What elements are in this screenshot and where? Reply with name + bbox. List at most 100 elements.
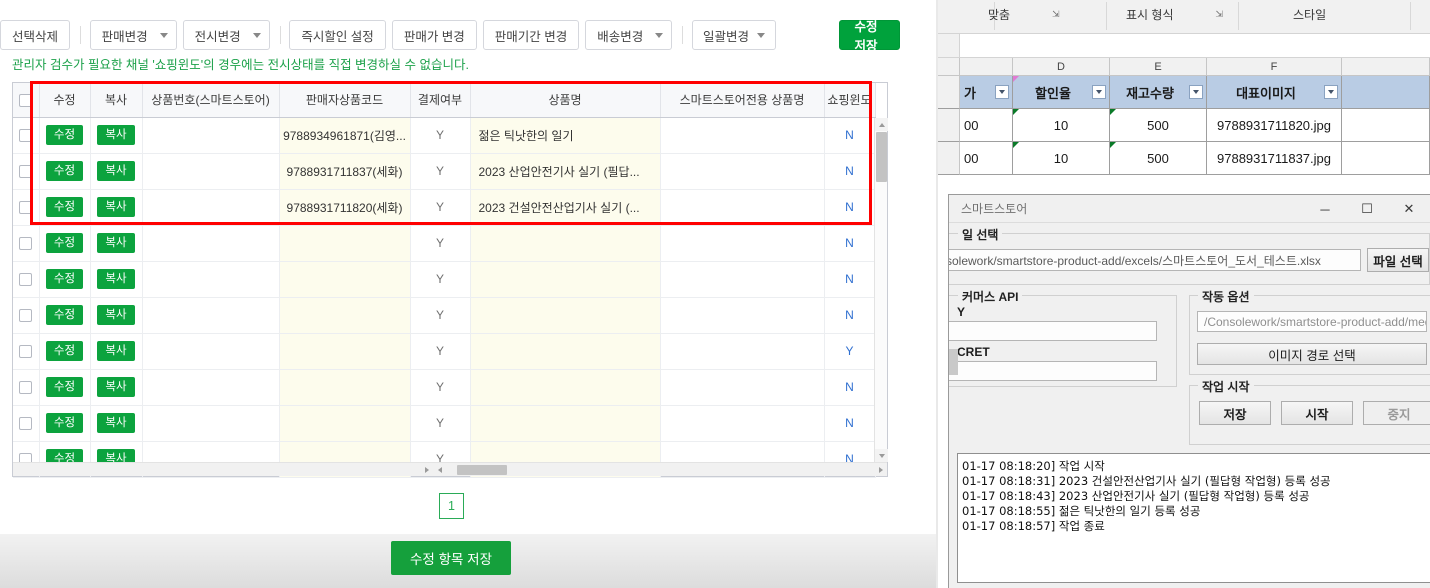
excel-cell-stock[interactable]: 500: [1110, 109, 1207, 142]
cell-product-name[interactable]: 2023 산업안전기사 실기 (필답...: [470, 153, 660, 189]
cell-smartstore-name[interactable]: [660, 405, 824, 441]
row-select-cell[interactable]: [13, 369, 39, 405]
row-header[interactable]: [938, 76, 960, 109]
scroll-down-button[interactable]: [875, 449, 888, 462]
row-copy-cell[interactable]: 복사: [90, 225, 142, 261]
cell-product-no[interactable]: [142, 189, 279, 225]
api-key-input[interactable]: [948, 321, 1157, 341]
row-checkbox[interactable]: [19, 381, 32, 394]
excel-cell-price[interactable]: 00: [960, 109, 1013, 142]
cell-smartstore-name[interactable]: [660, 333, 824, 369]
cell-seller-code[interactable]: [279, 225, 410, 261]
excel-cell-blank[interactable]: [1342, 142, 1430, 175]
column-header-e[interactable]: E: [1110, 58, 1207, 75]
row-copy-cell[interactable]: 복사: [90, 261, 142, 297]
dialog-launcher-icon[interactable]: ⇲: [1216, 9, 1224, 20]
sale-change-dropdown[interactable]: 판매변경: [90, 20, 177, 50]
image-path-select-button[interactable]: 이미지 경로 선택: [1197, 343, 1427, 365]
scroll-right-button[interactable]: [874, 463, 887, 476]
cell-seller-code[interactable]: [279, 297, 410, 333]
cell-product-name[interactable]: [470, 261, 660, 297]
row-checkbox[interactable]: [19, 309, 32, 322]
media-path-input[interactable]: /Consolework/smartstore-product-add/medi…: [1197, 311, 1427, 332]
row-edit-button[interactable]: 수정: [46, 305, 83, 326]
cell-seller-code[interactable]: 9788934961871(김영...: [279, 117, 410, 153]
shipping-change-dropdown[interactable]: 배송변경: [585, 20, 672, 50]
cell-seller-code[interactable]: [279, 261, 410, 297]
select-all-checkbox[interactable]: [19, 94, 32, 107]
row-copy-cell[interactable]: 복사: [90, 153, 142, 189]
row-select-cell[interactable]: [13, 405, 39, 441]
task-save-button[interactable]: 저장: [1199, 401, 1271, 425]
row-edit-button[interactable]: 수정: [46, 269, 83, 290]
cell-smartstore-name[interactable]: [660, 297, 824, 333]
cell-product-no[interactable]: [142, 297, 279, 333]
cell-product-name[interactable]: 젊은 틱낫한의 일기: [470, 117, 660, 153]
horizontal-scroll-thumb[interactable]: [457, 465, 507, 475]
row-copy-cell[interactable]: 복사: [90, 297, 142, 333]
cell-product-no[interactable]: [142, 117, 279, 153]
cell-seller-code[interactable]: 9788931711820(세화): [279, 189, 410, 225]
row-copy-button[interactable]: 복사: [97, 125, 134, 146]
excel-cell-image[interactable]: 9788931711837.jpg: [1207, 142, 1342, 175]
row-copy-button[interactable]: 복사: [97, 341, 134, 362]
cell-smartstore-name[interactable]: [660, 117, 824, 153]
cell-seller-code[interactable]: 9788931711837(세화): [279, 153, 410, 189]
row-edit-cell[interactable]: 수정: [39, 225, 90, 261]
row-edit-button[interactable]: 수정: [46, 125, 83, 146]
minimize-button[interactable]: ─: [1304, 195, 1346, 223]
cell-product-name[interactable]: 2023 건설안전산업기사 실기 (...: [470, 189, 660, 225]
row-copy-cell[interactable]: 복사: [90, 189, 142, 225]
cell-product-no[interactable]: [142, 369, 279, 405]
cell-smartstore-name[interactable]: [660, 369, 824, 405]
cell-smartstore-name[interactable]: [660, 153, 824, 189]
row-edit-cell[interactable]: 수정: [39, 261, 90, 297]
row-edit-cell[interactable]: 수정: [39, 369, 90, 405]
column-header-c[interactable]: [960, 58, 1013, 75]
row-edit-button[interactable]: 수정: [46, 161, 83, 182]
excel-formula-bar[interactable]: [938, 34, 1430, 58]
scroll-left-button[interactable]: [433, 463, 446, 476]
close-button[interactable]: ✕: [1388, 195, 1430, 223]
row-copy-cell[interactable]: 복사: [90, 369, 142, 405]
cell-smartstore-name[interactable]: [660, 225, 824, 261]
row-edit-button[interactable]: 수정: [46, 341, 83, 362]
task-start-button[interactable]: 시작: [1281, 401, 1353, 425]
row-edit-button[interactable]: 수정: [46, 197, 83, 218]
row-select-cell[interactable]: [13, 117, 39, 153]
row-checkbox[interactable]: [19, 345, 32, 358]
save-changes-button[interactable]: 수정저장: [839, 20, 901, 50]
task-log-output[interactable]: 01-17 08:18:20] 작업 시작01-17 08:18:31] 202…: [957, 453, 1430, 583]
bulk-change-select[interactable]: 일괄변경: [692, 20, 776, 50]
excel-cell-discount[interactable]: 10: [1013, 109, 1110, 142]
vertical-scroll-thumb[interactable]: [876, 132, 887, 182]
excel-cell-stock[interactable]: 500: [1110, 142, 1207, 175]
file-select-button[interactable]: 파일 선택: [1367, 248, 1429, 272]
row-copy-button[interactable]: 복사: [97, 413, 134, 434]
row-checkbox[interactable]: [19, 417, 32, 430]
row-copy-button[interactable]: 복사: [97, 305, 134, 326]
dialog-scroll-indicator[interactable]: [949, 349, 958, 375]
row-edit-cell[interactable]: 수정: [39, 297, 90, 333]
row-edit-cell[interactable]: 수정: [39, 117, 90, 153]
cell-product-no[interactable]: [142, 405, 279, 441]
row-edit-cell[interactable]: 수정: [39, 189, 90, 225]
row-copy-button[interactable]: 복사: [97, 377, 134, 398]
row-checkbox[interactable]: [19, 129, 32, 142]
row-select-cell[interactable]: [13, 261, 39, 297]
period-change-button[interactable]: 판매기간 변경: [483, 20, 579, 50]
row-edit-cell[interactable]: 수정: [39, 153, 90, 189]
grid-vertical-scrollbar[interactable]: [874, 118, 887, 462]
row-select-cell[interactable]: [13, 189, 39, 225]
row-edit-cell[interactable]: 수정: [39, 405, 90, 441]
excel-cell-image[interactable]: 9788931711820.jpg: [1207, 109, 1342, 142]
column-header-d[interactable]: D: [1013, 58, 1110, 75]
cell-product-no[interactable]: [142, 225, 279, 261]
scroll-up-button[interactable]: [875, 118, 888, 131]
row-select-cell[interactable]: [13, 225, 39, 261]
row-header[interactable]: [938, 109, 960, 142]
cell-product-no[interactable]: [142, 333, 279, 369]
ribbon-group-styles[interactable]: 스타일: [1293, 6, 1326, 23]
dialog-launcher-icon[interactable]: ⇲: [1052, 9, 1060, 20]
row-select-cell[interactable]: [13, 333, 39, 369]
